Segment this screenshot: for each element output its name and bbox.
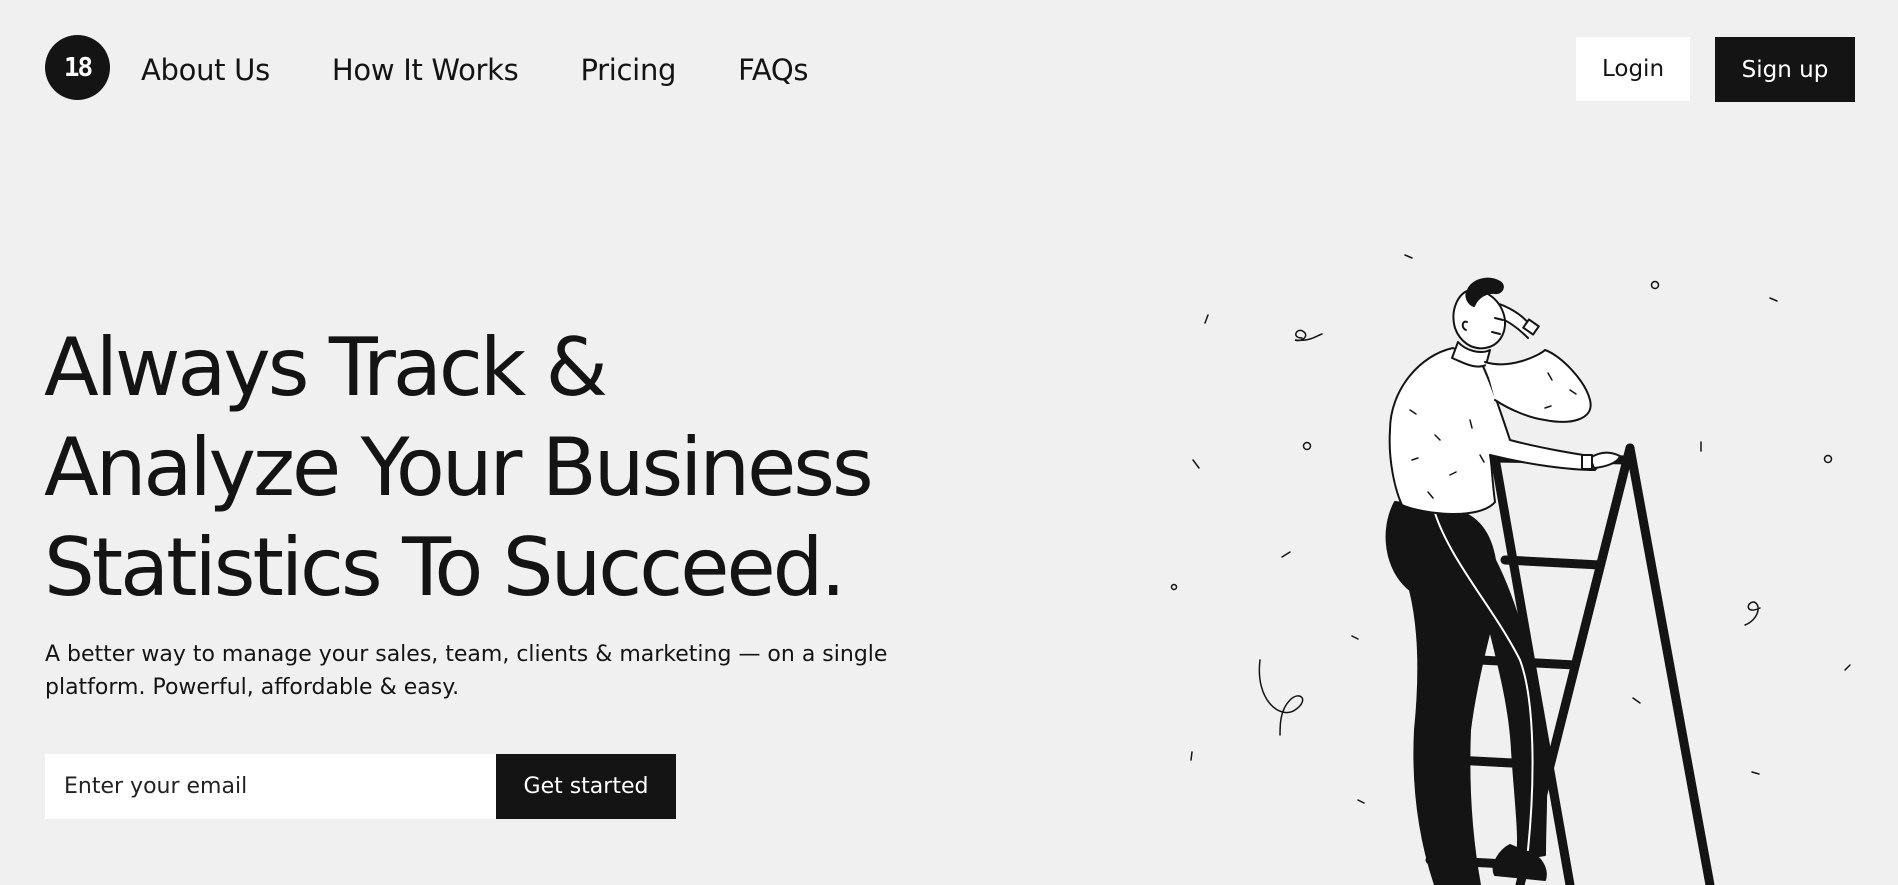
logo-text: 18 (63, 52, 93, 83)
main-nav: About Us How It Works Pricing FAQs (141, 50, 870, 90)
headline-line-1: Always Track & (44, 321, 608, 414)
nav-faqs[interactable]: FAQs (738, 50, 808, 90)
headline-line-3: Statistics To Succeed. (44, 521, 846, 614)
hero-headline: Always Track & Analyze Your Business Sta… (44, 318, 1004, 618)
headline-line-2: Analyze Your Business (44, 421, 874, 514)
login-button[interactable]: Login (1576, 37, 1690, 101)
email-input[interactable] (45, 754, 496, 819)
nav-how-it-works[interactable]: How It Works (332, 50, 519, 90)
man-on-ladder-illustration (1170, 254, 1851, 885)
landing-page: 18 About Us How It Works Pricing FAQs Lo… (0, 0, 1898, 885)
hero-subtext: A better way to manage your sales, team,… (45, 642, 888, 700)
signup-button[interactable]: Sign up (1715, 37, 1855, 102)
get-started-button[interactable]: Get started (496, 754, 676, 819)
nav-about-us[interactable]: About Us (141, 50, 270, 90)
man-figure (1385, 277, 1621, 885)
nav-pricing[interactable]: Pricing (580, 50, 676, 90)
brand-logo[interactable]: 18 (45, 35, 110, 100)
